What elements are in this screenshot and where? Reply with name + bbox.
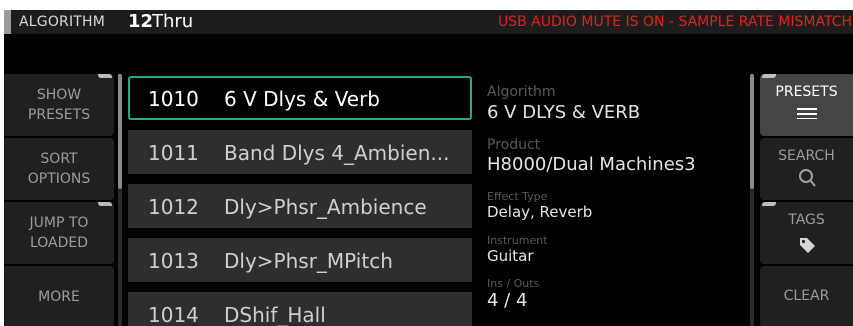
preset-row[interactable]: 1014 DShif_Hall (128, 292, 472, 326)
show-presets-label-line2: PRESETS (27, 107, 91, 123)
search-button[interactable]: SEARCH (760, 138, 853, 200)
usb-warning-message: USB AUDIO MUTE IS ON - SAMPLE RATE MISMA… (497, 14, 852, 30)
tags-button[interactable]: TAGS (760, 202, 853, 264)
clear-button-label: CLEAR (783, 288, 830, 304)
left-scrollbar[interactable] (118, 74, 122, 326)
button-corner-tick (98, 74, 112, 78)
algorithm-info-value: 6 V DLYS & VERB (487, 102, 641, 123)
preset-number: 1012 (148, 195, 199, 219)
show-presets-label-line1: SHOW (36, 87, 82, 103)
algorithm-info-label: Algorithm (487, 84, 556, 100)
sort-options-label-line1: SORT (40, 151, 78, 167)
right-scrollbar-thumb[interactable] (750, 74, 754, 189)
ins-outs-value: 4 / 4 (487, 290, 528, 311)
preset-number: 1011 (148, 141, 199, 165)
algorithm-name: Thru (152, 11, 194, 32)
title-accent-bar (4, 10, 11, 34)
effect-type-value: Delay, Reverb (487, 203, 593, 221)
tags-button-label: TAGS (788, 212, 825, 228)
preset-row-selected[interactable]: 1010 6 V Dlys & Verb (128, 76, 472, 120)
jump-to-loaded-button[interactable]: JUMP TO LOADED (4, 202, 114, 264)
instrument-label: Instrument (487, 234, 548, 247)
device-display: ALGORITHM 12 Thru USB AUDIO MUTE IS ON -… (4, 10, 853, 326)
screen: ALGORITHM 12 Thru USB AUDIO MUTE IS ON -… (0, 0, 853, 326)
button-corner-tick (98, 202, 112, 206)
preset-name: 6 V Dlys & Verb (224, 87, 380, 111)
sort-options-button[interactable]: SORT OPTIONS (4, 138, 114, 200)
product-info-label: Product (487, 137, 541, 153)
preset-row[interactable]: 1012 Dly>Phsr_Ambience (128, 184, 472, 228)
jump-to-loaded-label-line2: LOADED (29, 235, 89, 251)
title-label: ALGORITHM (19, 14, 106, 30)
preset-name: Dly>Phsr_Ambience (224, 195, 427, 219)
preset-row[interactable]: 1013 Dly>Phsr_MPitch (128, 238, 472, 282)
magnifier-icon (760, 168, 853, 188)
preset-number: 1014 (148, 303, 199, 326)
more-label: MORE (38, 289, 80, 305)
title-bar: ALGORITHM 12 Thru USB AUDIO MUTE IS ON -… (4, 10, 853, 34)
preset-name: DShif_Hall (224, 303, 326, 326)
search-button-label: SEARCH (778, 148, 835, 164)
preset-number: 1013 (148, 249, 199, 273)
instrument-value: Guitar (487, 247, 534, 265)
preset-name: Band Dlys 4_Ambien... (224, 141, 450, 165)
preset-name: Dly>Phsr_MPitch (224, 249, 393, 273)
button-corner-tick (762, 202, 776, 206)
menu-lines-icon (760, 107, 853, 119)
sort-options-label-line2: OPTIONS (27, 171, 91, 187)
left-scrollbar-thumb[interactable] (118, 74, 122, 189)
button-corner-tick (762, 74, 776, 78)
presets-button-label: PRESETS (775, 84, 838, 100)
tag-icon (760, 236, 853, 254)
jump-to-loaded-label-line1: JUMP TO (29, 215, 89, 231)
show-presets-button[interactable]: SHOW PRESETS (4, 74, 114, 136)
preset-row[interactable]: 1011 Band Dlys 4_Ambien... (128, 130, 472, 174)
clear-button[interactable]: CLEAR (760, 266, 853, 326)
effect-type-label: Effect Type (487, 190, 548, 203)
presets-button[interactable]: PRESETS (760, 74, 853, 136)
preset-number: 1010 (148, 87, 199, 111)
right-scrollbar[interactable] (750, 74, 754, 326)
ins-outs-label: Ins / Outs (487, 277, 540, 290)
product-info-value: H8000/Dual Machines3 (487, 154, 696, 175)
more-button[interactable]: MORE (4, 266, 114, 326)
algorithm-number: 12 (128, 11, 154, 32)
